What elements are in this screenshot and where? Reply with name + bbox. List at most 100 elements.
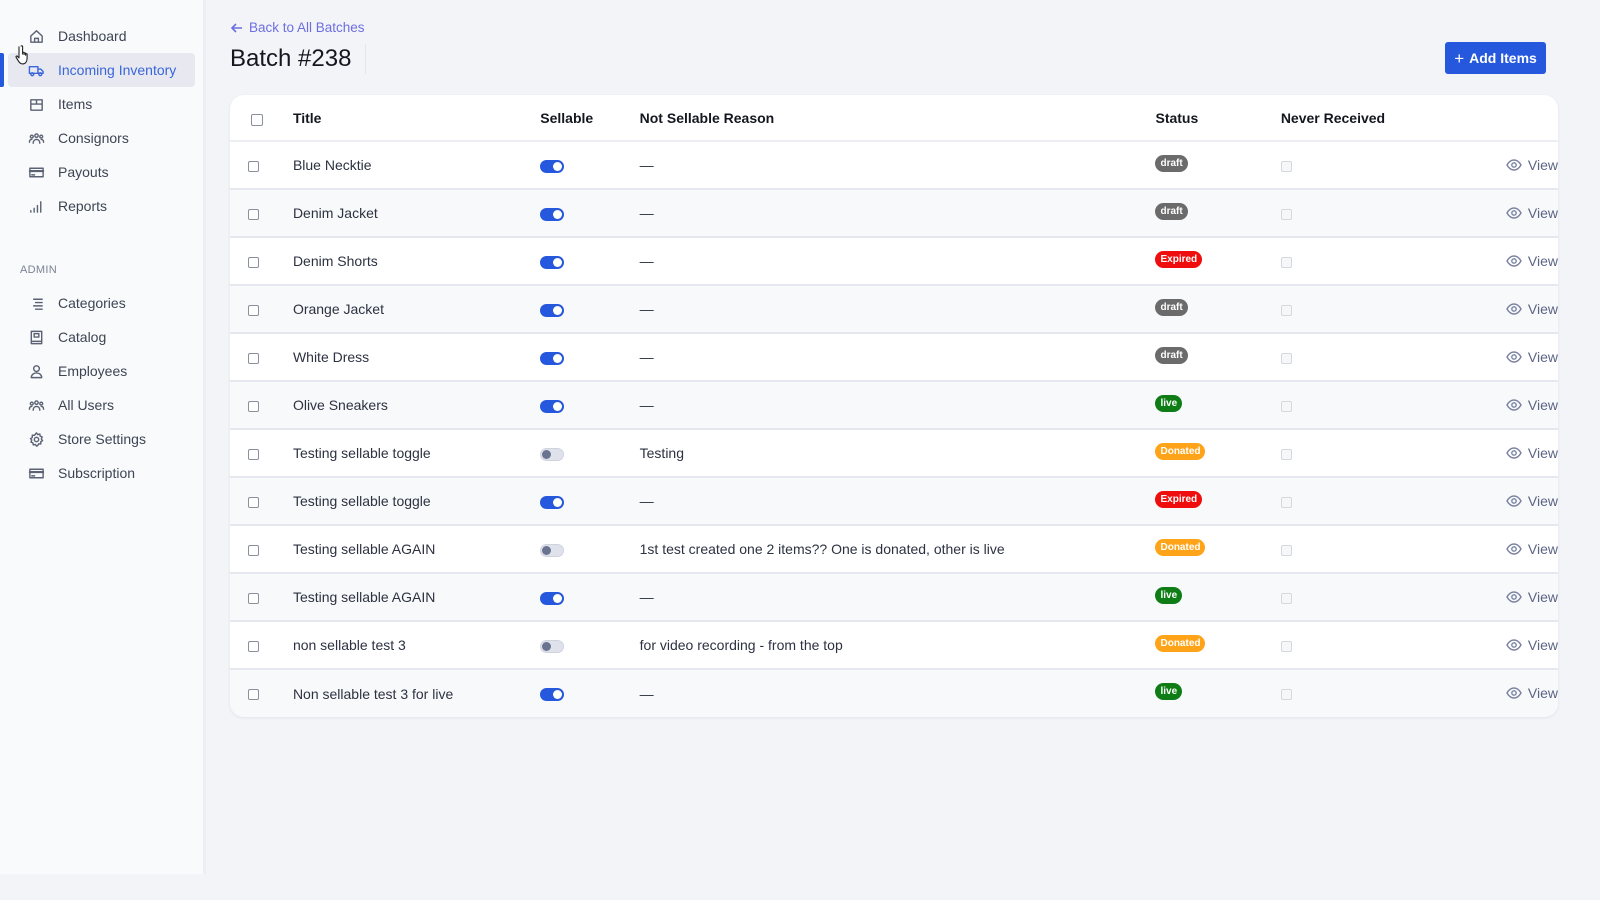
column-header-never-received[interactable]: Never Received bbox=[1280, 95, 1426, 142]
never-received-checkbox[interactable] bbox=[1280, 544, 1292, 556]
eye-icon bbox=[1506, 494, 1522, 507]
row-select-checkbox[interactable] bbox=[248, 208, 259, 220]
row-select-checkbox[interactable] bbox=[248, 496, 259, 508]
never-received-checkbox[interactable] bbox=[1280, 400, 1292, 412]
toggle-knob bbox=[553, 305, 563, 315]
column-header-title[interactable]: Title bbox=[292, 95, 541, 142]
sidebar-item-employees[interactable]: Employees bbox=[8, 354, 195, 388]
view-item-link[interactable]: View bbox=[1506, 253, 1558, 269]
view-item-link[interactable]: View bbox=[1506, 301, 1558, 317]
sidebar-item-all-users[interactable]: All Users bbox=[8, 388, 195, 422]
row-select-checkbox[interactable] bbox=[248, 304, 259, 316]
sellable-toggle[interactable] bbox=[540, 688, 565, 702]
eye-icon bbox=[1506, 158, 1522, 171]
add-items-button[interactable]: + Add Items bbox=[1445, 42, 1546, 74]
eye-icon bbox=[1506, 398, 1522, 411]
sellable-toggle[interactable] bbox=[540, 639, 565, 653]
view-item-link[interactable]: View bbox=[1506, 493, 1558, 509]
item-title: Testing sellable toggle bbox=[292, 477, 541, 526]
never-received-checkbox[interactable] bbox=[1280, 208, 1292, 220]
status-badge: Donated bbox=[1155, 538, 1206, 556]
toggle-knob bbox=[542, 545, 552, 555]
never-received-checkbox[interactable] bbox=[1280, 448, 1292, 460]
sidebar-item-subscription[interactable]: Subscription bbox=[8, 456, 195, 490]
row-select-checkbox[interactable] bbox=[248, 352, 259, 364]
never-received-checkbox[interactable] bbox=[1280, 640, 1292, 652]
sidebar-item-label: Consignors bbox=[58, 130, 129, 146]
sidebar-item-label: Subscription bbox=[58, 465, 136, 481]
never-received-checkbox[interactable] bbox=[1280, 592, 1292, 604]
box-icon bbox=[27, 95, 45, 113]
status-badge: draft bbox=[1155, 202, 1188, 220]
sidebar-item-categories[interactable]: Categories bbox=[8, 286, 195, 320]
sidebar-item-items[interactable]: Items bbox=[8, 87, 195, 121]
item-title: non sellable test 3 bbox=[292, 621, 541, 670]
table-row: Orange Jacket — draft View bbox=[230, 285, 1558, 334]
row-select-checkbox[interactable] bbox=[248, 160, 259, 172]
row-select-checkbox[interactable] bbox=[248, 448, 259, 460]
sidebar-item-payouts[interactable]: Payouts bbox=[8, 155, 195, 189]
sellable-toggle[interactable] bbox=[540, 399, 565, 413]
never-received-checkbox[interactable] bbox=[1280, 689, 1292, 701]
never-received-checkbox[interactable] bbox=[1280, 256, 1292, 268]
column-header-sellable[interactable]: Sellable bbox=[540, 95, 640, 142]
sidebar-item-incoming-inventory[interactable]: Incoming Inventory bbox=[0, 53, 195, 87]
sellable-toggle[interactable] bbox=[540, 303, 565, 317]
row-select-checkbox[interactable] bbox=[248, 689, 259, 701]
table-row: non sellable test 3 for video recording -… bbox=[230, 621, 1558, 670]
view-item-link[interactable]: View bbox=[1506, 157, 1558, 173]
never-received-checkbox[interactable] bbox=[1280, 304, 1292, 316]
sellable-toggle[interactable] bbox=[540, 591, 565, 605]
sidebar-item-label: Reports bbox=[58, 198, 108, 214]
page-title: Batch #238 bbox=[230, 44, 367, 74]
eye-icon bbox=[1506, 687, 1522, 699]
view-label: View bbox=[1527, 252, 1558, 269]
view-item-link[interactable]: View bbox=[1506, 637, 1558, 653]
column-header-status[interactable]: Status bbox=[1155, 95, 1281, 142]
eye-icon bbox=[1506, 590, 1522, 603]
sidebar-item-dashboard[interactable]: Dashboard bbox=[8, 19, 195, 53]
sellable-toggle[interactable] bbox=[540, 159, 565, 173]
sidebar-item-label: Categories bbox=[58, 295, 126, 311]
row-select-checkbox[interactable] bbox=[248, 640, 259, 652]
view-item-link[interactable]: View bbox=[1506, 445, 1558, 461]
book-icon bbox=[27, 328, 45, 346]
status-badge: live bbox=[1155, 586, 1183, 604]
view-label: View bbox=[1527, 204, 1558, 221]
sellable-toggle[interactable] bbox=[540, 543, 565, 557]
never-received-checkbox[interactable] bbox=[1280, 160, 1292, 172]
batch-items-table: Title Sellable Not Sellable Reason Statu… bbox=[230, 95, 1558, 717]
sellable-toggle[interactable] bbox=[540, 207, 565, 221]
sellable-toggle[interactable] bbox=[540, 351, 565, 365]
sellable-toggle[interactable] bbox=[540, 255, 565, 269]
never-received-checkbox[interactable] bbox=[1280, 496, 1292, 508]
row-select-checkbox[interactable] bbox=[248, 400, 259, 412]
sidebar-item-label: Items bbox=[58, 96, 93, 112]
sidebar-item-consignors[interactable]: Consignors bbox=[8, 121, 195, 155]
never-received-checkbox[interactable] bbox=[1280, 352, 1292, 364]
view-item-link[interactable]: View bbox=[1506, 541, 1558, 557]
sidebar-item-reports[interactable]: Reports bbox=[8, 189, 195, 223]
row-select-checkbox[interactable] bbox=[248, 544, 259, 556]
plus-icon: + bbox=[1454, 48, 1465, 68]
column-header-not-sellable-reason[interactable]: Not Sellable Reason bbox=[639, 95, 1156, 142]
select-all-checkbox[interactable] bbox=[251, 114, 263, 127]
row-select-checkbox[interactable] bbox=[248, 592, 259, 604]
row-select-checkbox[interactable] bbox=[248, 256, 259, 268]
sidebar-item-catalog[interactable]: Catalog bbox=[8, 320, 195, 354]
item-title: Denim Shorts bbox=[292, 237, 541, 286]
view-item-link[interactable]: View bbox=[1506, 397, 1558, 413]
admin-nav: Categories Catalog Employees All Users Store… bbox=[0, 286, 203, 490]
sellable-toggle[interactable] bbox=[540, 447, 565, 461]
item-title: Non sellable test 3 for live bbox=[292, 669, 541, 717]
sidebar-item-store-settings[interactable]: Store Settings bbox=[8, 422, 195, 456]
hand-cursor-icon bbox=[15, 45, 28, 65]
sellable-toggle[interactable] bbox=[540, 495, 565, 509]
view-item-link[interactable]: View bbox=[1506, 349, 1558, 365]
gear-icon bbox=[27, 430, 45, 448]
admin-section-label: ADMIN bbox=[20, 264, 57, 276]
view-item-link[interactable]: View bbox=[1506, 205, 1558, 221]
view-item-link[interactable]: View bbox=[1506, 589, 1558, 605]
back-to-batches-link[interactable]: Back to All Batches bbox=[230, 20, 365, 35]
view-item-link[interactable]: View bbox=[1506, 685, 1558, 701]
